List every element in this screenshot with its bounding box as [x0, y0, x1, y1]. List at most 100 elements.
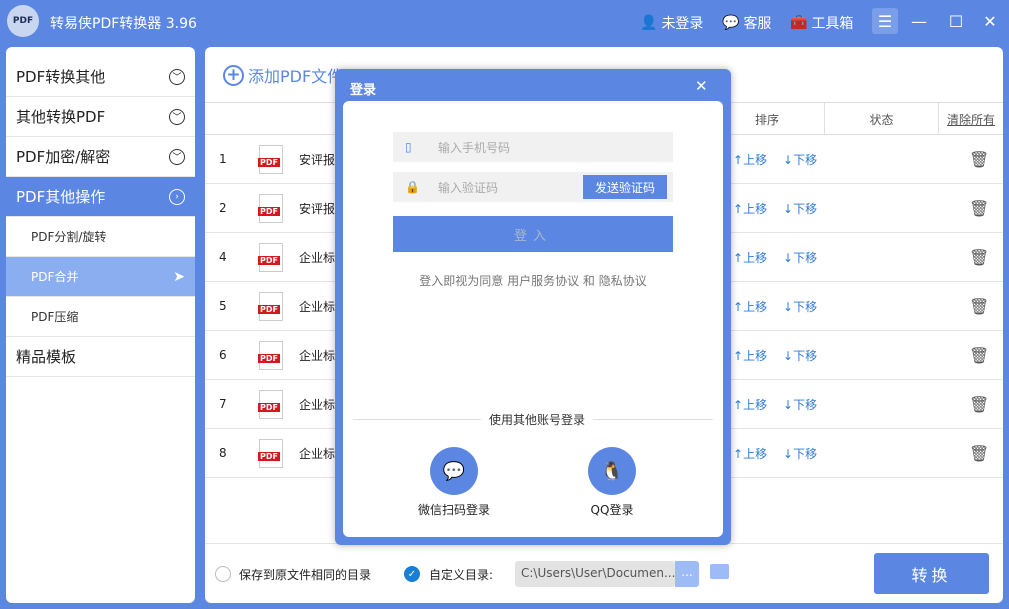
lock-icon: 🔒 — [405, 180, 420, 194]
pdf-badge: PDF — [258, 256, 280, 265]
app-logo: PDF — [7, 5, 39, 37]
qq-label: QQ登录 — [591, 503, 634, 517]
pdf-badge: PDF — [258, 305, 280, 314]
pdf-badge: PDF — [258, 354, 280, 363]
move-down-button[interactable]: ↓下移 — [783, 200, 817, 217]
pdf-file-icon: PDF — [259, 341, 283, 370]
dialog-title: 登录 — [350, 79, 376, 98]
login-label: 未登录 — [661, 13, 703, 33]
file-name: 企业标 — [299, 298, 335, 315]
send-code-button[interactable]: 发送验证码 — [583, 175, 667, 199]
sidebar-item-encrypt[interactable]: PDF加密/解密﹀ — [6, 137, 195, 177]
browse-button[interactable]: ... — [675, 561, 699, 587]
wechat-login-button[interactable]: 💬微信扫码登录 — [404, 447, 504, 518]
down-label: 下移 — [793, 251, 817, 265]
trash-icon[interactable]: 🗑 — [969, 297, 989, 316]
trash-icon[interactable]: 🗑 — [969, 444, 989, 463]
path-input[interactable]: C:\Users\User\Documen... — [515, 561, 675, 587]
menu-button[interactable]: ☰ — [872, 8, 898, 34]
move-down-button[interactable]: ↓下移 — [783, 347, 817, 364]
move-down-button[interactable]: ↓下移 — [783, 445, 817, 462]
move-down-button[interactable]: ↓下移 — [783, 151, 817, 168]
move-up-button[interactable]: ↑上移 — [733, 151, 767, 168]
add-label: 添加PDF文件 — [248, 63, 343, 87]
code-input[interactable]: 🔒输入验证码发送验证码 — [393, 172, 673, 202]
close-button[interactable]: ✕ — [977, 8, 1003, 34]
chevron-down-icon: ﹀ — [169, 69, 185, 85]
pdf-badge: PDF — [258, 158, 280, 167]
title-bar: PDF 转易侠PDF转换器 3.96 👤未登录 💬客服 🧰工具箱 ☰ — ☐ ✕ — [0, 0, 1009, 44]
minimize-button[interactable]: — — [906, 8, 932, 34]
sidebar-item-merge[interactable]: PDF合并➤ — [6, 257, 195, 297]
bottom-bar: 保存到原文件相同的目录 ✓ 自定义目录: C:\Users\User\Docum… — [205, 543, 1003, 603]
chevron-right-icon: › — [169, 189, 185, 205]
move-down-button[interactable]: ↓下移 — [783, 249, 817, 266]
dialog-close-icon[interactable]: ✕ — [695, 77, 708, 95]
trash-icon[interactable]: 🗑 — [969, 346, 989, 365]
down-label: 下移 — [793, 398, 817, 412]
pdf-badge: PDF — [258, 207, 280, 216]
label: PDF转换其他 — [16, 66, 105, 87]
file-name: 企业标 — [299, 445, 335, 462]
other-login-label: 使用其他账号登录 — [481, 411, 593, 428]
qq-icon: 🐧 — [588, 447, 636, 495]
move-up-button[interactable]: ↑上移 — [733, 445, 767, 462]
file-name: 安评报 — [299, 200, 335, 217]
toolbox-button[interactable]: 🧰工具箱 — [790, 13, 853, 33]
clear-all-link[interactable]: 清除所有 — [938, 103, 1003, 135]
folder-icon[interactable] — [710, 564, 729, 579]
move-up-button[interactable]: ↑上移 — [733, 249, 767, 266]
trash-icon[interactable]: 🗑 — [969, 248, 989, 267]
chat-icon: 💬 — [722, 15, 739, 31]
trash-icon[interactable]: 🗑 — [969, 150, 989, 169]
phone-input[interactable]: ▯输入手机号码 — [393, 132, 673, 162]
sidebar-item-other-ops[interactable]: PDF其他操作› — [6, 177, 195, 217]
sidebar-item-pdf-to-other[interactable]: PDF转换其他 ﹀ — [6, 57, 195, 97]
arrow-right-icon: ➤ — [173, 269, 185, 285]
custom-dir-radio[interactable]: ✓ — [404, 566, 420, 582]
login-submit-button[interactable]: 登入 — [393, 216, 673, 252]
service-label: 客服 — [743, 13, 771, 33]
pdf-file-icon: PDF — [259, 390, 283, 419]
trash-icon[interactable]: 🗑 — [969, 199, 989, 218]
sidebar-item-other-to-pdf[interactable]: 其他转换PDF﹀ — [6, 97, 195, 137]
sidebar-item-split[interactable]: PDF分割/旋转 — [6, 217, 195, 257]
row-number: 7 — [219, 397, 227, 411]
move-down-button[interactable]: ↓下移 — [783, 396, 817, 413]
agreement-text[interactable]: 登入即视为同意 用户服务协议 和 隐私协议 — [343, 272, 723, 289]
label: PDF压缩 — [31, 308, 78, 325]
sidebar-item-templates[interactable]: 精品模板 — [6, 337, 195, 377]
add-pdf-button[interactable]: +添加PDF文件 — [223, 63, 343, 87]
move-up-button[interactable]: ↑上移 — [733, 396, 767, 413]
move-down-button[interactable]: ↓下移 — [783, 298, 817, 315]
up-label: 上移 — [743, 447, 767, 461]
up-label: 上移 — [743, 398, 767, 412]
trash-icon[interactable]: 🗑 — [969, 395, 989, 414]
maximize-button[interactable]: ☐ — [943, 8, 969, 34]
up-label: 上移 — [743, 251, 767, 265]
app-title: 转易侠PDF转换器 3.96 — [50, 13, 197, 33]
convert-button[interactable]: 转换 — [874, 553, 989, 594]
move-up-button[interactable]: ↑上移 — [733, 347, 767, 364]
move-up-button[interactable]: ↑上移 — [733, 298, 767, 315]
sidebar-item-compress[interactable]: PDF压缩 — [6, 297, 195, 337]
file-name: 企业标 — [299, 396, 335, 413]
same-dir-radio[interactable] — [215, 566, 231, 582]
user-icon: 👤 — [640, 15, 657, 31]
dialog-body: ▯输入手机号码 🔒输入验证码发送验证码 登入 登入即视为同意 用户服务协议 和 … — [343, 101, 723, 537]
pdf-file-icon: PDF — [259, 145, 283, 174]
service-button[interactable]: 💬客服 — [722, 13, 771, 33]
row-number: 8 — [219, 446, 227, 460]
qq-login-button[interactable]: 🐧 QQ登录 — [562, 447, 662, 518]
toolbox-icon: 🧰 — [790, 15, 807, 31]
pdf-file-icon: PDF — [259, 194, 283, 223]
file-name: 安评报 — [299, 151, 335, 168]
up-label: 上移 — [743, 202, 767, 216]
row-number: 4 — [219, 250, 227, 264]
move-up-button[interactable]: ↑上移 — [733, 200, 767, 217]
down-label: 下移 — [793, 202, 817, 216]
row-number: 2 — [219, 201, 227, 215]
row-number: 5 — [219, 299, 227, 313]
login-button[interactable]: 👤未登录 — [640, 13, 703, 33]
down-label: 下移 — [793, 153, 817, 167]
